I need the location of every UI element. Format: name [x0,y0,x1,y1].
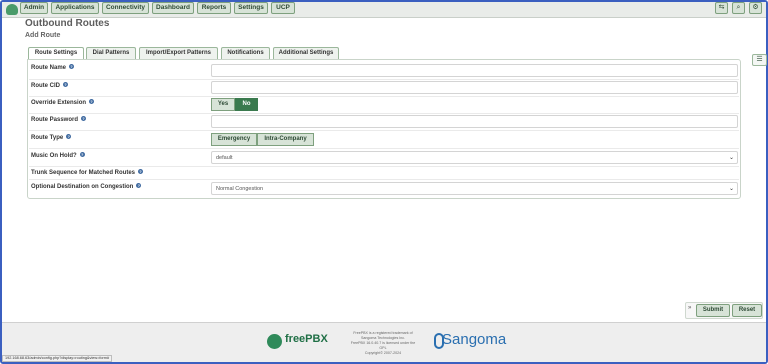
route-name-label: Route Name? [31,64,75,71]
nav-admin[interactable]: Admin [20,2,48,14]
chevron-down-icon: ⌄ [728,155,734,161]
override-extension-yes[interactable]: Yes [211,98,235,111]
gear-icon[interactable]: ⚙ [749,2,762,14]
chevron-down-icon: ⌄ [728,186,734,192]
route-type-intra-company[interactable]: Intra-Company [257,133,314,146]
list-icon[interactable]: ☰ [752,54,767,66]
help-icon[interactable]: ? [89,99,95,104]
help-icon[interactable]: ? [63,82,68,87]
help-icon[interactable]: ? [66,134,72,139]
nav-settings[interactable]: Settings [234,2,268,14]
footer-legal: FreePBX is a registered trademark of San… [344,331,422,356]
route-type-label: Route Type? [31,134,72,141]
search-icon[interactable]: ⌕ [732,2,745,14]
tab-dial-patterns[interactable]: Dial Patterns [86,47,136,59]
nav-connectivity[interactable]: Connectivity [102,2,149,14]
route-name-input[interactable] [211,64,738,77]
trunk-sequence-label: Trunk Sequence for Matched Routes? [31,169,144,176]
row-divider [29,166,739,167]
route-password-input[interactable] [211,115,738,128]
sangoma-brand: Sangoma [442,331,507,348]
help-icon[interactable]: ? [138,169,144,174]
row-divider [29,148,739,149]
route-cid-label: Route CID? [31,82,68,89]
help-icon[interactable]: ? [79,152,85,157]
reset-button[interactable]: Reset [732,304,762,317]
freepbx-logo-icon [267,334,282,349]
route-settings-panel [27,59,741,199]
help-icon[interactable]: ? [69,64,75,69]
music-on-hold-value: default [216,155,233,161]
nav-applications[interactable]: Applications [51,2,99,14]
nav-dashboard[interactable]: Dashboard [152,2,194,14]
status-bar-url: 192.168.68.63/admin/config.php?display=r… [2,355,113,362]
optional-destination-value: Normal Congestion [216,186,264,192]
row-divider [29,79,739,80]
row-divider [29,130,739,131]
row-divider [29,179,739,180]
help-icon[interactable]: ? [136,183,142,188]
override-extension-no[interactable]: No [235,98,258,111]
optional-destination-label: Optional Destination on Congestion? [31,183,142,190]
row-divider [29,96,739,97]
route-password-label: Route Password? [31,116,87,123]
freepbx-brand: freePBX [285,333,328,345]
route-cid-input[interactable] [211,81,738,94]
collapse-action-bar-button[interactable]: » [688,305,691,311]
legal-line: Copyright© 2007-2024 [364,351,402,355]
music-on-hold-select[interactable]: default ⌄ [211,151,738,164]
tab-additional-settings[interactable]: Additional Settings [273,47,339,59]
route-type-emergency[interactable]: Emergency [211,133,257,146]
language-icon[interactable]: ⇆ [715,2,728,14]
override-extension-label: Override Extension? [31,99,95,106]
tab-notifications[interactable]: Notifications [221,47,270,59]
freepbx-logo-icon[interactable] [6,4,18,15]
nav-reports[interactable]: Reports [197,2,231,14]
tab-import-export-patterns[interactable]: Import/Export Patterns [139,47,218,59]
page-subtitle: Add Route [25,32,61,39]
submit-button[interactable]: Submit [696,304,730,317]
nav-ucp[interactable]: UCP [271,2,295,14]
optional-destination-select[interactable]: Normal Congestion ⌄ [211,182,738,195]
row-divider [29,113,739,114]
help-icon[interactable]: ? [81,116,87,121]
page-title: Outbound Routes [25,18,110,29]
music-on-hold-label: Music On Hold?? [31,152,85,159]
